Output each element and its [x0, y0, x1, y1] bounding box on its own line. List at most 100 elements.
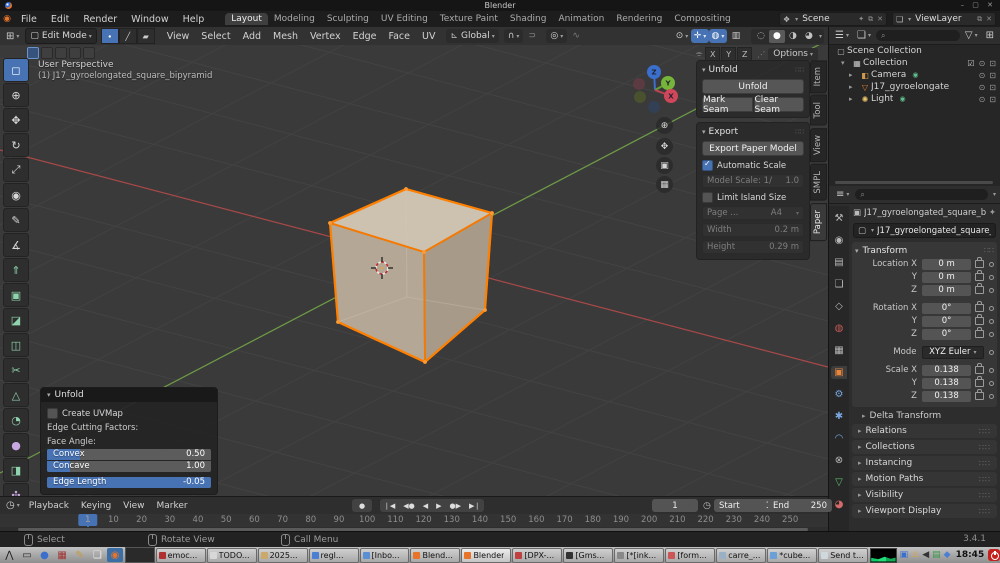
tool-spin[interactable]: ◔: [3, 408, 29, 432]
taskbar-window-button[interactable]: carre_...: [716, 548, 766, 563]
taskbar-window-button[interactable]: [*[ink...: [614, 548, 664, 563]
section-relations[interactable]: ▸Relations∷∷: [852, 424, 997, 438]
power-button-icon[interactable]: [988, 549, 1000, 561]
lock-icon[interactable]: [975, 330, 984, 338]
pan-hand-icon[interactable]: ✥: [656, 138, 673, 155]
properties-tab-output[interactable]: ▤: [831, 256, 847, 269]
checkbox-icon[interactable]: ☑: [967, 59, 974, 68]
jump-to-end-icon[interactable]: ▶❘: [465, 502, 484, 510]
close-icon[interactable]: ✕: [877, 15, 883, 23]
properties-search[interactable]: ⌕: [855, 189, 988, 200]
chevron-down-icon[interactable]: ▾: [993, 191, 996, 198]
automatic-scale-checkbox[interactable]: [702, 160, 713, 171]
taskbar-window-button[interactable]: Blender: [461, 548, 511, 563]
tool-measure[interactable]: ∡: [3, 233, 29, 257]
workspace-tab-modeling[interactable]: Modeling: [268, 13, 321, 25]
axis-negative-y[interactable]: [634, 91, 646, 103]
zoom-icon[interactable]: ⊕: [656, 117, 673, 134]
gizmos-toggle[interactable]: ✛▾: [691, 29, 709, 43]
tool-move[interactable]: ✥: [3, 108, 29, 132]
outliner-row-mesh[interactable]: ▸▽J17_gyroelongated_squa⊙⊡: [829, 81, 1000, 93]
animate-dot-icon[interactable]: [989, 275, 994, 280]
symmetry-x-toggle[interactable]: X: [705, 47, 720, 61]
export-paper-model-button[interactable]: Export Paper Model: [702, 141, 804, 156]
menu-file[interactable]: File: [14, 14, 44, 25]
mark-seam-button[interactable]: Mark Seam: [702, 97, 753, 112]
taskbar-window-button[interactable]: Blend...: [410, 548, 460, 563]
editor-type-button[interactable]: ◷▾: [3, 499, 23, 513]
properties-tab-modifiers[interactable]: ⚙: [831, 388, 847, 401]
disclosure-triangle-icon[interactable]: ▸: [849, 71, 859, 79]
new-collection-button[interactable]: ⊞: [983, 29, 997, 43]
sidebar-tab-smpl[interactable]: SMPL: [810, 164, 827, 201]
page-size-dropdown[interactable]: Page ... A4 ▾: [702, 206, 804, 220]
lock-icon[interactable]: [975, 273, 984, 281]
tool-tweak-select[interactable]: ◻: [3, 58, 29, 82]
taskbar-launcher-blender[interactable]: ◉: [107, 548, 124, 562]
outliner-scrollbar[interactable]: [835, 181, 993, 184]
hide-eye-icon[interactable]: ⊙: [979, 95, 986, 104]
xray-toggle[interactable]: ▥: [727, 29, 745, 43]
animate-dot-icon[interactable]: [989, 288, 994, 293]
slider-convex[interactable]: Convex0.50: [47, 449, 211, 460]
viewport-menu-uv[interactable]: UV: [416, 31, 441, 42]
taskbar-launcher-app-menu[interactable]: ⋀: [1, 548, 18, 562]
taskbar-launcher-package-manager[interactable]: ▦: [54, 548, 71, 562]
transform-orientation-dropdown[interactable]: ⊾ Global ▾: [446, 29, 498, 43]
tool-scale[interactable]: ⤢: [3, 158, 29, 182]
disclosure-triangle-icon[interactable]: ▸: [849, 95, 859, 103]
play-icon[interactable]: ▶: [432, 502, 445, 510]
sidebar-tab-paper[interactable]: Paper: [810, 203, 827, 241]
tool-rip-region[interactable]: ✣: [3, 483, 29, 496]
select-invert-option[interactable]: [69, 47, 81, 59]
symmetry-y-toggle[interactable]: Y: [721, 47, 736, 61]
properties-tab-object[interactable]: ▣: [831, 366, 847, 379]
sidebar-tab-tool[interactable]: Tool: [810, 95, 827, 126]
outliner-row-collection[interactable]: ▾ ▦ Collection ☑ ⊙ ⊡: [829, 57, 1000, 69]
start-frame-field[interactable]: Start1: [714, 499, 776, 512]
taskbar-launcher-text-editor[interactable]: ✎: [71, 548, 88, 562]
outliner-search[interactable]: ⌕: [876, 30, 960, 41]
section-viewport-display[interactable]: ▸Viewport Display∷∷: [852, 504, 997, 518]
timeline-menu-marker[interactable]: Marker: [151, 501, 194, 511]
close-icon[interactable]: ✕: [986, 15, 992, 23]
outliner-row-light[interactable]: ▸✺Light◉⊙⊡: [829, 93, 1000, 105]
value-field[interactable]: 0.138: [922, 391, 971, 402]
prev-keyframe-icon[interactable]: ◀●: [399, 502, 419, 510]
animate-dot-icon[interactable]: [989, 332, 994, 337]
taskbar-window-button[interactable]: *cube...: [767, 548, 817, 563]
properties-tab-constraints[interactable]: ⊗: [831, 454, 847, 467]
current-frame-field[interactable]: 1: [652, 499, 698, 512]
taskbar-launcher-file-manager[interactable]: ❏: [89, 548, 106, 562]
section-collections[interactable]: ▸Collections∷∷: [852, 440, 997, 454]
taskbar-window-button[interactable]: [Inbo...: [360, 548, 410, 563]
vertex-select-mode-button[interactable]: ∙: [101, 28, 119, 44]
section-instancing[interactable]: ▸Instancing∷∷: [852, 456, 997, 470]
properties-tab-tool[interactable]: ⚒: [831, 212, 847, 225]
taskbar-window-button[interactable]: TODO...: [207, 548, 257, 563]
render-visibility-icon[interactable]: ⊡: [989, 71, 996, 80]
animate-dot-icon[interactable]: [989, 394, 994, 399]
lock-icon[interactable]: [975, 317, 984, 325]
blender-menu-icon[interactable]: ◉: [0, 14, 14, 24]
value-field[interactable]: 0 m: [922, 272, 971, 283]
viewport-menu-select[interactable]: Select: [195, 31, 236, 42]
animate-dot-icon[interactable]: [989, 306, 994, 311]
timeline-menu-view[interactable]: View: [117, 501, 150, 511]
outliner-row-camera[interactable]: ▸◧Camera◉⊙⊡: [829, 69, 1000, 81]
axis-negative-z[interactable]: [648, 101, 660, 113]
lock-icon[interactable]: [975, 379, 984, 387]
section-visibility[interactable]: ▸Visibility∷∷: [852, 488, 997, 502]
mode-dropdown[interactable]: ▢ Edit Mode ▾: [25, 28, 96, 44]
properties-tab-scene[interactable]: ◇: [831, 300, 847, 313]
slider-edge-length[interactable]: Edge Length-0.05: [47, 477, 211, 488]
properties-tab-render[interactable]: ◉: [831, 234, 847, 247]
solid-shading-button[interactable]: ●: [769, 30, 785, 43]
properties-tab-world[interactable]: ◍: [831, 322, 847, 335]
filter-icon[interactable]: ▽▾: [962, 29, 981, 43]
panel-grip-icon[interactable]: ∷∷: [795, 128, 804, 136]
camera-view-icon[interactable]: ▣: [656, 157, 673, 174]
taskbar-window-button[interactable]: emoc...: [156, 548, 206, 563]
unfold-button[interactable]: Unfold: [702, 79, 804, 94]
material-shading-button[interactable]: ◑: [785, 30, 801, 43]
